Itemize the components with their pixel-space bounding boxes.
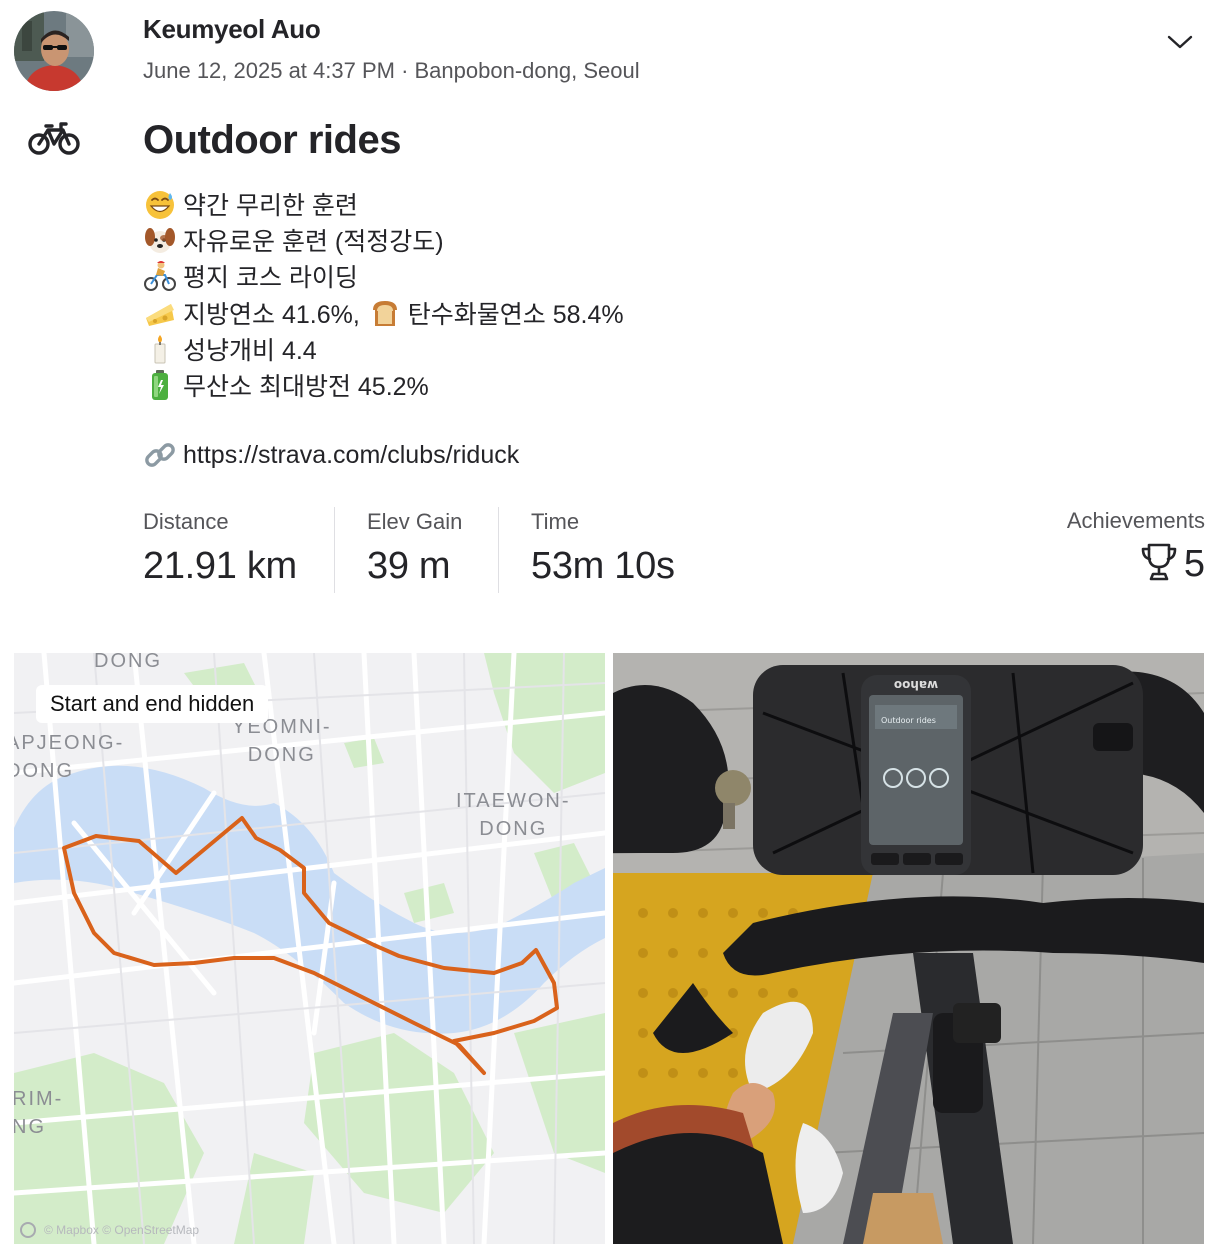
author-name[interactable]: Keumyeol Auo [143, 14, 321, 45]
stat-divider [498, 507, 499, 593]
device-screen-title: Outdoor rides [881, 716, 936, 725]
stat-value: 53m 10s [531, 545, 675, 587]
stat-elev-gain: Elev Gain 39 m [367, 505, 462, 593]
cheese-emoji [143, 295, 183, 331]
link-icon [143, 437, 183, 473]
achievements[interactable]: Achievements 5 [1067, 505, 1205, 587]
stat-value: 39 m [367, 545, 451, 587]
map-attribution[interactable]: © Mapbox © OpenStreetMap [20, 1222, 199, 1238]
dog-face-emoji [143, 222, 183, 258]
stat-label: Time [531, 509, 580, 534]
achievements-label: Achievements [1066, 508, 1205, 533]
description-line: 자유로운 훈련 (적정강도) [143, 222, 1043, 258]
activity-title[interactable]: Outdoor rides [143, 118, 401, 163]
candle-emoji [143, 331, 183, 367]
description-line: 약간 무리한 훈련 [143, 186, 1043, 222]
route-map[interactable]: DONG YEOMNI- DONG APJEONG- DONG ITAEWON-… [14, 653, 605, 1244]
description-text: 자유로운 훈련 (적정강도) [183, 228, 444, 257]
stat-label: Distance [143, 509, 229, 534]
stat-time: Time 53m 10s [531, 505, 675, 593]
sweat-smile-emoji [143, 186, 183, 222]
stat-label: Elev Gain [367, 509, 463, 534]
club-link[interactable]: https://strava.com/clubs/riduck [183, 441, 519, 470]
description-text: 성냥개비 4.4 [183, 336, 317, 365]
description-line: 지방연소 41.6%, 탄수화물연소 58.4% [143, 295, 1043, 331]
map-label: ITAEWON- DONG [456, 790, 571, 840]
mapbox-logo-icon [20, 1222, 36, 1238]
activity-description: 약간 무리한 훈련 자유로운 훈련 (적정강도) 평지 코스 라이딩 지방연소 … [143, 186, 1043, 473]
device-brand: wahoo [894, 678, 938, 692]
stat-divider [334, 507, 335, 593]
battery-emoji [143, 367, 183, 403]
bread-emoji [368, 295, 408, 331]
activity-meta: June 12, 2025 at 4:37 PM · Banpobon-dong… [143, 58, 640, 83]
description-line: 무산소 최대방전 45.2% [143, 367, 1043, 403]
description-text: 지방연소 41.6%, [183, 300, 360, 329]
bike-icon [28, 120, 80, 158]
description-link-line: https://strava.com/clubs/riduck [143, 437, 1043, 473]
cyclist-emoji [143, 258, 183, 294]
stat-distance: Distance 21.91 km [143, 505, 297, 593]
description-text: 평지 코스 라이딩 [183, 264, 358, 293]
map-label: APJEONG- DONG [14, 732, 125, 782]
activity-photo[interactable]: Outdoor rides wahoo [613, 653, 1204, 1244]
map-label: RIM- NG [14, 1088, 64, 1138]
description-text: 무산소 최대방전 45.2% [183, 373, 429, 402]
activity-stats: Distance 21.91 km Elev Gain 39 m Time 53… [143, 505, 1205, 593]
description-text: 탄수화물연소 58.4% [407, 300, 624, 329]
trophy-icon [1140, 542, 1178, 587]
achievements-count: 5 [1183, 543, 1205, 585]
map-label: DONG [94, 653, 162, 672]
description-line: 평지 코스 라이딩 [143, 258, 1043, 294]
avatar[interactable] [14, 11, 94, 91]
stat-value: 21.91 km [143, 545, 297, 587]
chevron-down-icon[interactable] [1164, 28, 1196, 56]
description-text: 약간 무리한 훈련 [183, 192, 358, 221]
description-line: 성냥개비 4.4 [143, 331, 1043, 367]
map-privacy-badge: Start and end hidden [36, 685, 269, 723]
